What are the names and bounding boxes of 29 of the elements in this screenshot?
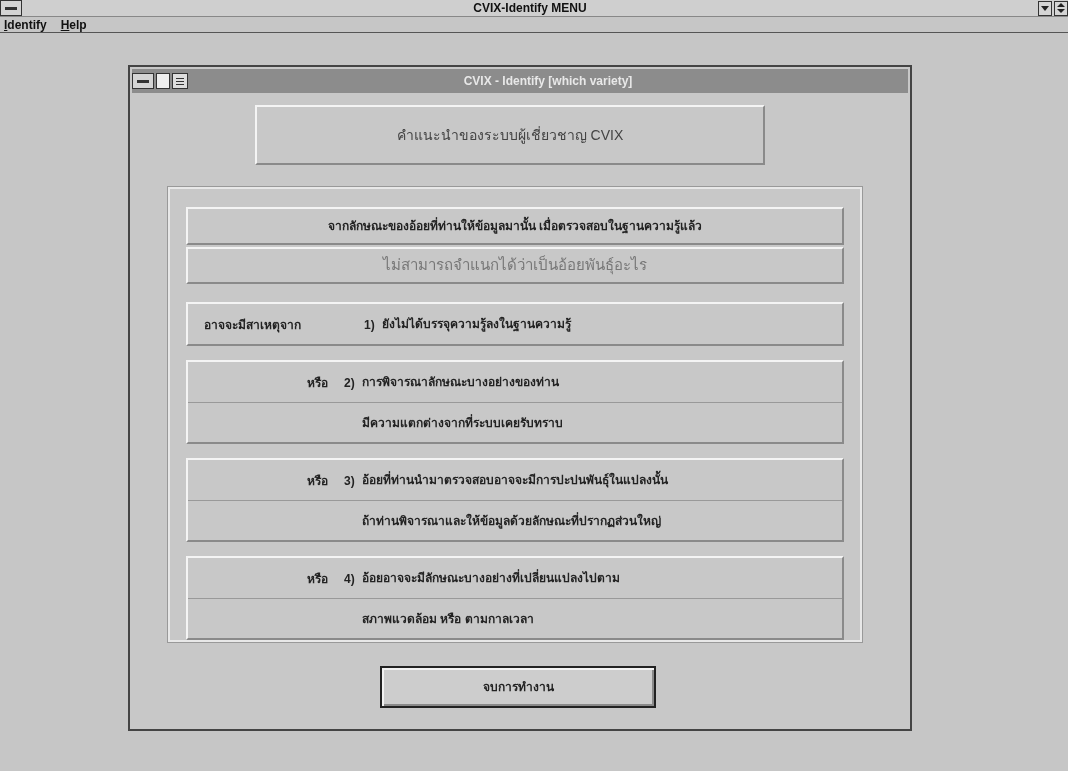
reason-lead: หรือ [307,376,328,390]
window-title: CVIX-Identify MENU [472,0,588,17]
finish-button[interactable]: จบการทำงาน [380,666,656,708]
system-menu-icon[interactable] [0,0,22,16]
menu-item[interactable]: Identify [4,15,47,34]
reason-text: อ้อยอาจจะมีลักษณะบางอย่างที่เปลี่ยนแปลงไปตาม [362,569,620,587]
dialog-system-menu-icon[interactable] [132,73,154,89]
reason-text: การพิจารณาลักษณะบางอย่างของท่าน [362,374,559,391]
reason-number: 2) [344,376,355,390]
reason-number: 4) [344,572,355,586]
grid-icon[interactable] [172,73,188,89]
reason-text: ยังไม่ได้บรรจุความรู้ลงในฐานความรู้ [382,315,571,333]
reason-text: ถ้าท่านพิจารณาและให้ข้อมูลด้วยลักษณะที่ปรากฏส่วนใหญ่ [362,511,661,530]
dialog-title: CVIX - Identify [which variety] [462,73,634,90]
result-text: ไม่สามารถจำแนกได้ว่าเป็นอ้อยพันธุ์อะไร [383,254,647,277]
restore-icon[interactable] [1054,0,1068,16]
reason-number: 3) [344,474,355,488]
reason-lead: หรือ [307,474,328,488]
reason-lead: หรือ [307,572,328,586]
summary-text: จากลักษณะของอ้อยที่ท่านให้ข้อมูลมานั้น เมื่อตรวจสอบในฐานความรู้แล้ว [327,216,703,235]
header-text: คำแนะนำของระบบผู้เชี่ยวชาญ CVIX [396,125,624,146]
reason-number: 1) [364,318,375,332]
reason-lead: อาจจะมีสาเหตุจาก [204,318,301,332]
document-icon[interactable] [156,73,170,89]
minimize-icon[interactable] [1038,0,1052,16]
reason-text: สภาพแวดล้อม หรือ ตามกาลเวลา [362,610,534,628]
reason-text: อ้อยที่ท่านนำมาตรวจสอบอาจจะมีการปะปนพันธุ์ในแปลงนั้น [362,471,668,489]
reason-text: มีความแตกต่างจากที่ระบบเคยรับทราบ [362,413,563,432]
menu-item[interactable]: Help [60,15,87,34]
